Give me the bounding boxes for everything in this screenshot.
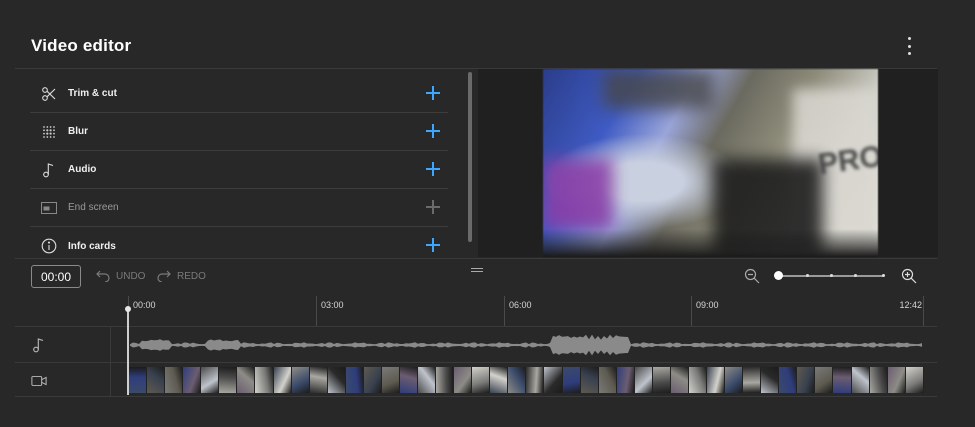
redo-icon	[157, 270, 171, 282]
zoom-slider-knob[interactable]	[774, 271, 783, 280]
tool-label: End screen	[68, 202, 119, 213]
music-note-icon	[33, 338, 44, 353]
undo-icon	[96, 270, 110, 282]
current-time-display[interactable]: 00:00	[31, 265, 81, 288]
add-icon[interactable]	[426, 86, 440, 100]
tool-audio[interactable]: Audio	[30, 151, 448, 189]
redo-label: REDO	[177, 270, 206, 282]
panel-divider	[15, 258, 937, 259]
tool-label: Audio	[68, 164, 97, 175]
ruler-tick: 06:00	[504, 296, 532, 326]
redo-button[interactable]: REDO	[157, 270, 206, 282]
add-icon[interactable]	[426, 238, 440, 252]
add-icon	[426, 200, 440, 214]
page-title: Video editor	[31, 36, 132, 55]
playhead[interactable]	[125, 306, 131, 395]
ruler-tick: 12:42	[899, 296, 924, 326]
ruler-tick: 09:00	[691, 296, 719, 326]
more-options-button[interactable]	[903, 37, 915, 55]
editor-tools-list: Trim & cut Blur Audio End screen Info ca…	[30, 75, 448, 265]
add-icon[interactable]	[426, 124, 440, 138]
end-screen-icon	[39, 198, 59, 218]
video-preview[interactable]: PRO	[543, 69, 878, 257]
tool-blur[interactable]: Blur	[30, 113, 448, 151]
tool-end-screen[interactable]: End screen	[30, 189, 448, 227]
zoom-control	[744, 268, 918, 284]
tool-label: Trim & cut	[68, 88, 117, 99]
zoom-in-icon[interactable]	[901, 268, 917, 284]
undo-button[interactable]: UNDO	[96, 270, 145, 282]
tool-label: Info cards	[68, 240, 116, 252]
undo-label: UNDO	[116, 270, 146, 282]
info-icon	[39, 236, 59, 256]
video-camera-icon	[31, 376, 47, 386]
tool-info-cards[interactable]: Info cards	[30, 227, 448, 265]
tool-label: Blur	[68, 126, 88, 137]
zoom-out-icon[interactable]	[744, 268, 760, 284]
scissors-icon	[39, 84, 59, 104]
ruler-tick: 03:00	[316, 296, 344, 326]
audio-waveform	[130, 334, 922, 356]
tools-scrollbar[interactable]	[468, 72, 472, 242]
add-icon[interactable]	[426, 162, 440, 176]
tool-trim-cut[interactable]: Trim & cut	[30, 75, 448, 113]
track-header-divider	[110, 326, 111, 397]
video-filmstrip	[129, 367, 924, 393]
blur-grid-icon	[39, 122, 59, 142]
more-vert-icon	[907, 37, 911, 40]
music-note-icon	[39, 160, 59, 180]
resize-handle[interactable]	[471, 268, 483, 272]
timeline-ruler[interactable]: 00:00 03:00 06:00 09:00 12:42	[128, 296, 924, 326]
